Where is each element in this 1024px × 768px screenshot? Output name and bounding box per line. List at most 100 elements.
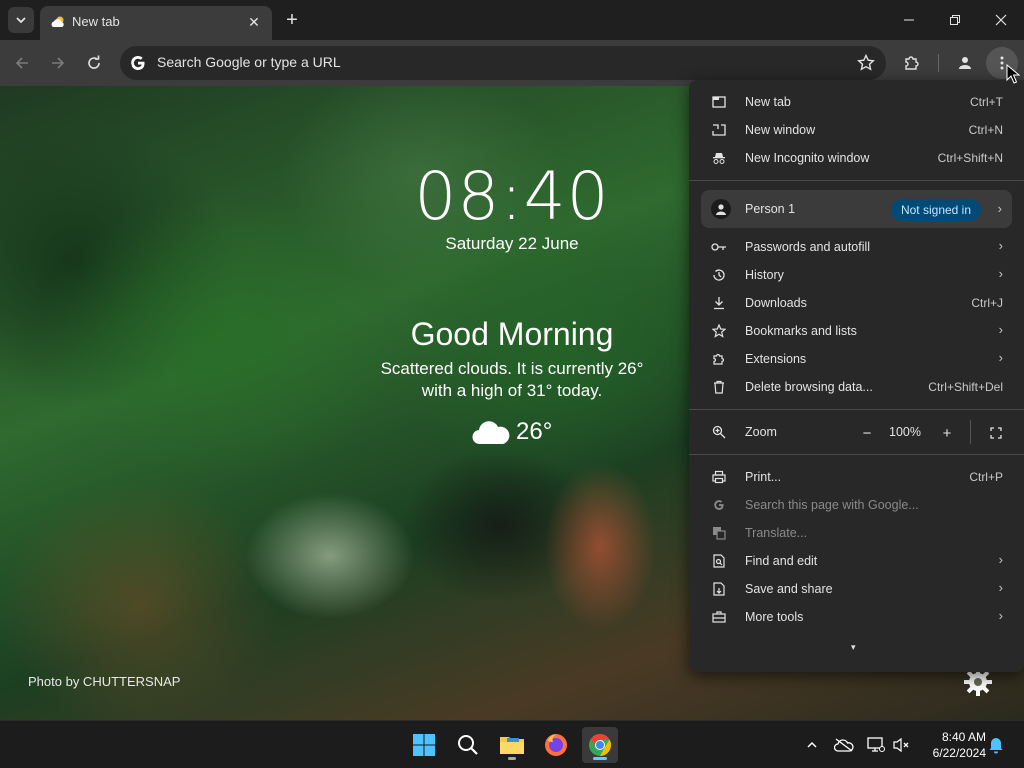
key-icon: [711, 239, 727, 255]
new-tab-icon: [711, 94, 727, 110]
cloud-icon: [472, 421, 510, 445]
chrome-menu: New tab Ctrl+T New window Ctrl+N New Inc…: [689, 80, 1024, 672]
tab-new-tab[interactable]: New tab ✕: [40, 6, 272, 40]
restore-button[interactable]: [941, 6, 969, 34]
menu-label: Bookmarks and lists: [745, 324, 857, 338]
google-icon: [711, 497, 727, 513]
menu-item-bookmarks[interactable]: Bookmarks and lists ›: [689, 317, 1024, 345]
menu-item-save-and-share[interactable]: Save and share ›: [689, 575, 1024, 603]
zoom-level: 100%: [889, 425, 921, 439]
cloud-offline-icon: [834, 738, 854, 752]
tray-clock[interactable]: 8:40 AM 6/22/2024: [920, 729, 986, 761]
taskbar-chrome[interactable]: [582, 727, 618, 763]
minimize-icon: [904, 19, 914, 21]
volume-tray-button[interactable]: [892, 735, 912, 755]
puzzle-icon: [711, 351, 727, 367]
menu-item-profile[interactable]: Person 1 Not signed in ›: [701, 190, 1012, 228]
scroll-down-icon[interactable]: ▾: [851, 642, 861, 652]
menu-shortcut: Ctrl+Shift+Del: [928, 380, 1003, 394]
tab-close-icon[interactable]: ✕: [244, 12, 264, 32]
profile-button[interactable]: [953, 51, 977, 75]
menu-label: History: [745, 268, 784, 282]
menu-item-new-window[interactable]: New window Ctrl+N: [689, 116, 1024, 144]
menu-label: New window: [745, 123, 816, 137]
tab-strip: New tab ✕ +: [0, 0, 1024, 40]
new-window-icon: [711, 122, 727, 138]
menu-label: Print...: [745, 470, 782, 484]
network-tray-button[interactable]: [866, 735, 886, 755]
weather-favicon-icon: [51, 16, 64, 27]
temperature: 26°: [516, 418, 553, 445]
menu-label: Search this page with Google...: [745, 498, 919, 512]
find-icon: [711, 553, 727, 569]
taskbar-file-explorer[interactable]: [494, 727, 530, 763]
zoom-divider: [970, 420, 971, 444]
menu-item-find-and-edit[interactable]: Find and edit ›: [689, 547, 1024, 575]
weather-line-2: with a high of 31° today.: [421, 381, 603, 400]
network-icon: [867, 737, 885, 752]
tab-search-button[interactable]: [8, 7, 34, 33]
chevron-right-icon: ›: [998, 322, 1003, 337]
taskbar-search-button[interactable]: [450, 727, 486, 763]
menu-item-print[interactable]: Print... Ctrl+P: [689, 463, 1024, 491]
menu-label: Delete browsing data...: [745, 380, 873, 394]
menu-item-passwords[interactable]: Passwords and autofill ›: [689, 233, 1024, 261]
onedrive-tray-button[interactable]: [834, 735, 854, 755]
notifications-button[interactable]: [986, 735, 1006, 755]
close-window-button[interactable]: [987, 6, 1015, 34]
toolbar-divider: [938, 54, 939, 72]
mouse-cursor-icon: [1006, 64, 1020, 84]
minimize-button[interactable]: [895, 6, 923, 34]
extensions-button[interactable]: [900, 51, 924, 75]
menu-separator: [689, 454, 1024, 455]
menu-item-downloads[interactable]: Downloads Ctrl+J: [689, 289, 1024, 317]
zoom-in-button[interactable]: +: [936, 422, 958, 444]
menu-item-more-tools[interactable]: More tools ›: [689, 603, 1024, 631]
menu-item-history[interactable]: History ›: [689, 261, 1024, 289]
firefox-icon: [545, 734, 567, 756]
chevron-right-icon: ›: [997, 201, 1002, 216]
menu-label: More tools: [745, 610, 804, 624]
menu-separator: [689, 180, 1024, 181]
windows-logo-icon: [413, 734, 435, 756]
signin-status-badge: Not signed in: [891, 199, 981, 221]
running-indicator: [508, 757, 516, 760]
address-bar[interactable]: Search Google or type a URL: [120, 46, 886, 80]
volume-muted-icon: [893, 737, 909, 753]
toolbox-icon: [711, 609, 727, 625]
zoom-out-button[interactable]: −: [856, 422, 878, 444]
menu-item-extensions[interactable]: Extensions ›: [689, 345, 1024, 373]
history-icon: [711, 267, 727, 283]
menu-shortcut: Ctrl+Shift+N: [937, 151, 1003, 165]
menu-label: Translate...: [745, 526, 808, 540]
menu-item-new-tab[interactable]: New tab Ctrl+T: [689, 88, 1024, 116]
weather-description: Scattered clouds. It is currently 26° wi…: [362, 358, 662, 402]
start-button[interactable]: [406, 727, 442, 763]
menu-item-delete-browsing-data[interactable]: Delete browsing data... Ctrl+Shift+Del: [689, 373, 1024, 401]
back-button[interactable]: [9, 50, 35, 76]
omnibox-placeholder: Search Google or type a URL: [157, 54, 341, 70]
weather-widget: 26°: [472, 416, 552, 448]
menu-item-new-incognito-window[interactable]: New Incognito window Ctrl+Shift+N: [689, 144, 1024, 172]
fullscreen-button[interactable]: [985, 422, 1007, 444]
forward-button[interactable]: [45, 50, 71, 76]
show-hidden-icons-button[interactable]: [802, 735, 822, 755]
bookmark-star-icon[interactable]: [856, 53, 876, 73]
taskbar-firefox[interactable]: [538, 727, 574, 763]
chevron-down-icon: [16, 17, 26, 24]
reload-button[interactable]: [81, 50, 107, 76]
menu-label: New tab: [745, 95, 791, 109]
chevron-right-icon: ›: [998, 266, 1003, 281]
folder-icon: [500, 737, 524, 754]
running-indicator: [593, 757, 607, 760]
arrow-left-icon: [15, 57, 28, 69]
download-icon: [711, 295, 727, 311]
trash-icon: [711, 379, 727, 395]
tray-date: 6/22/2024: [932, 746, 986, 760]
menu-label: Extensions: [745, 352, 807, 366]
chevron-right-icon: ›: [998, 238, 1003, 253]
new-tab-button[interactable]: +: [280, 8, 304, 32]
zoom-label: Zoom: [745, 425, 777, 439]
menu-shortcut: Ctrl+P: [969, 470, 1003, 484]
photo-credit[interactable]: Photo by CHUTTERSNAP: [28, 674, 180, 689]
